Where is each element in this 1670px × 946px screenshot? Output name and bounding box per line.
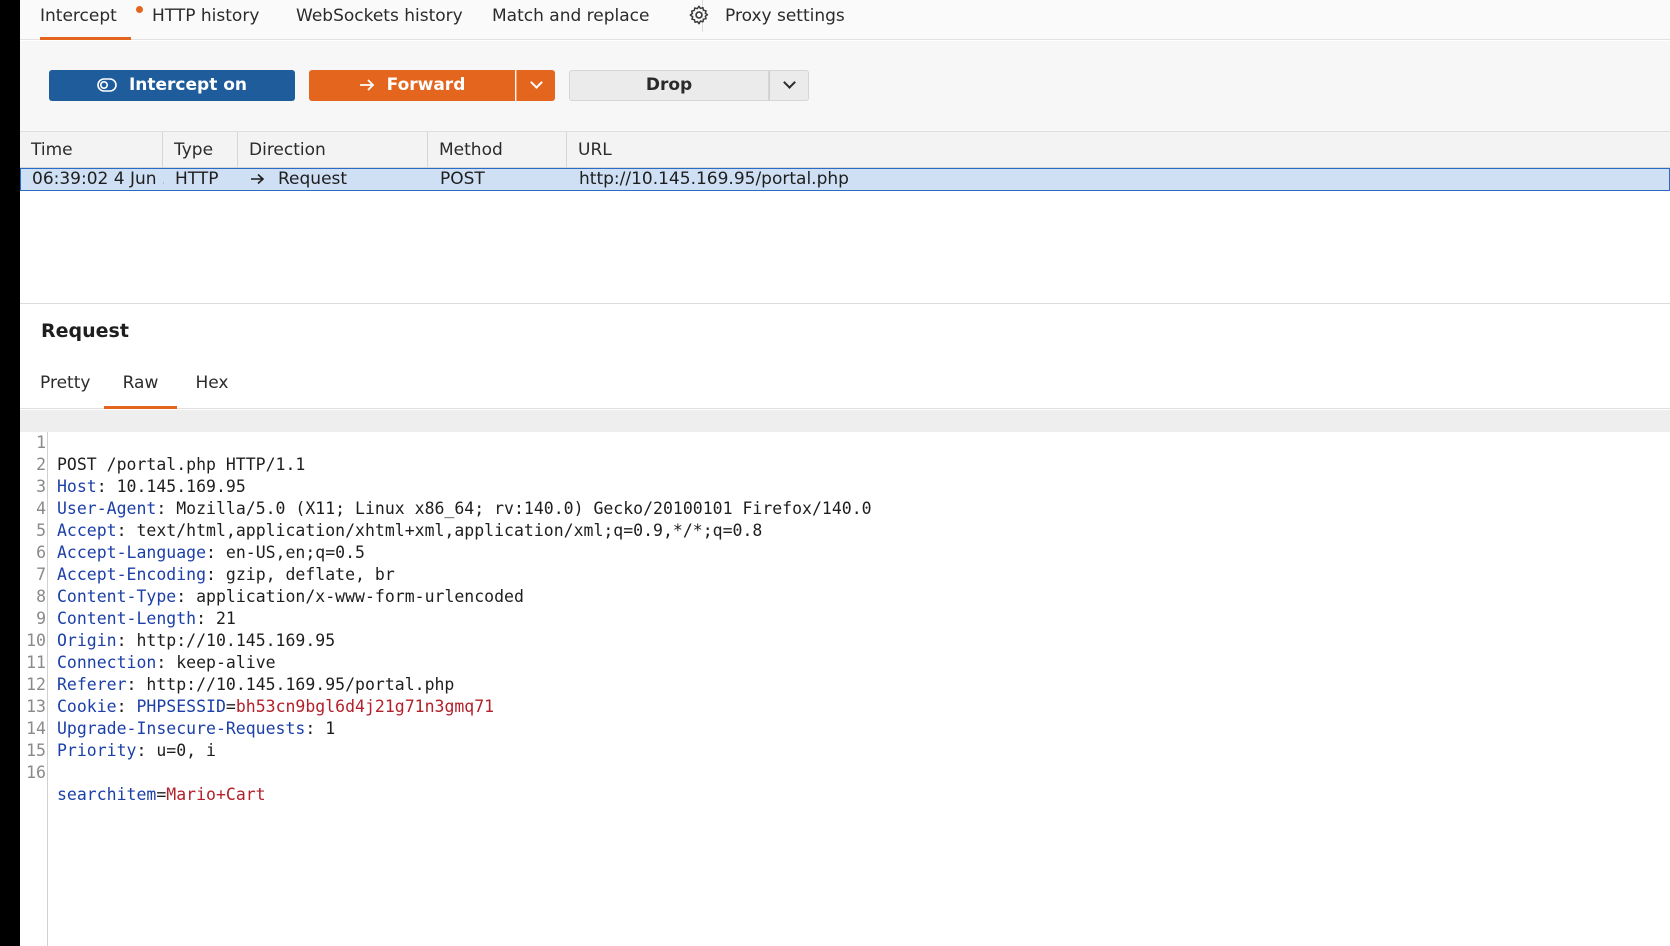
drop-button[interactable]: Drop <box>569 70 769 101</box>
arrow-right-icon <box>251 173 265 185</box>
code-line: 8 Content-Length: 21 <box>20 564 1670 628</box>
tab-raw[interactable]: Raw <box>104 373 177 409</box>
forward-button[interactable]: Forward <box>309 70 515 101</box>
tab-hex[interactable]: Hex <box>192 373 232 409</box>
column-header-type[interactable]: Type <box>163 132 238 168</box>
request-view-tabs: Pretty Raw Hex <box>20 365 1670 409</box>
code-line: 11 Referer: http://10.145.169.95/portal.… <box>20 630 1670 694</box>
cell-url: http://10.145.169.95/portal.php <box>579 169 849 189</box>
tab-label: WebSockets history <box>296 6 463 26</box>
chevron-down-icon <box>782 75 796 89</box>
intercept-queue-table: Time Type Direction Method URL 06:39:02 … <box>20 132 1670 304</box>
column-header-url[interactable]: URL <box>567 132 1670 168</box>
code-line: 16 searchitem=Mario+Cart <box>20 740 1670 804</box>
chevron-down-icon <box>529 75 543 89</box>
tab-label: HTTP history <box>152 6 260 26</box>
code-line: 7 Content-Type: application/x-www-form-u… <box>20 542 1670 606</box>
drop-options-dropdown[interactable] <box>769 70 809 101</box>
tab-label: Match and replace <box>492 6 650 26</box>
intercept-label: Intercept on <box>128 75 248 95</box>
code-line: 6 Accept-Encoding: gzip, deflate, br <box>20 520 1670 584</box>
direction-label: Request <box>278 169 348 189</box>
code-line: 12 Cookie: PHPSESSID=bh53cn9bgl6d4j21g71… <box>20 652 1670 716</box>
line-number: 16 <box>26 763 46 782</box>
request-panel-title: Request <box>41 320 129 342</box>
notification-dot-icon <box>136 6 143 13</box>
code-line: 1 POST /portal.php HTTP/1.1 <box>20 410 1670 474</box>
tab-http-history[interactable]: HTTP history <box>152 0 259 40</box>
tab-label: Proxy settings <box>725 6 845 26</box>
code-line: 2 Host: 10.145.169.95 <box>20 432 1670 496</box>
table-row[interactable]: 06:39:02 4 Jun ... HTTP Request POST htt… <box>20 168 1670 191</box>
drop-label: Drop <box>645 75 693 95</box>
code-line: 4 Accept: text/html,application/xhtml+xm… <box>20 476 1670 540</box>
code-line: 9 Origin: http://10.145.169.95 <box>20 586 1670 650</box>
proxy-tab-bar: Intercept HTTP history WebSockets histor… <box>20 0 1670 40</box>
left-edge-strip <box>0 0 20 946</box>
cell-direction: Request <box>239 169 429 190</box>
arrow-right-icon <box>359 79 374 91</box>
column-header-time[interactable]: Time <box>20 132 163 168</box>
forward-options-dropdown[interactable] <box>516 70 555 101</box>
cell-time: 06:39:02 4 Jun ... <box>32 169 164 189</box>
code-line: 3 User-Agent: Mozilla/5.0 (X11; Linux x8… <box>20 454 1670 518</box>
cell-method: POST <box>440 169 485 189</box>
column-header-method[interactable]: Method <box>428 132 567 168</box>
intercept-toggle-button[interactable]: Intercept on <box>49 70 295 101</box>
tab-proxy-settings[interactable]: Proxy settings <box>688 0 845 40</box>
gear-icon <box>689 5 709 25</box>
intercept-toolbar: Intercept on Forward Drop <box>20 41 1670 132</box>
column-header-direction[interactable]: Direction <box>238 132 428 168</box>
raw-request-editor[interactable]: 1 POST /portal.php HTTP/1.1 2 Host: 10.1… <box>20 410 1670 946</box>
toggle-icon <box>97 78 117 92</box>
cell-type: HTTP <box>175 169 219 189</box>
table-header: Time Type Direction Method URL <box>20 132 1670 168</box>
request-body-param: searchitem=Mario+Cart <box>57 785 266 804</box>
code-line: 5 Accept-Language: en-US,en;q=0.5 <box>20 498 1670 562</box>
forward-label: Forward <box>386 75 466 95</box>
proxy-panel: Intercept HTTP history WebSockets histor… <box>20 0 1670 946</box>
code-line: 13 Upgrade-Insecure-Requests: 1 <box>20 674 1670 738</box>
code-line: 14 Priority: u=0, i <box>20 696 1670 760</box>
tab-websockets-history[interactable]: WebSockets history <box>296 0 463 40</box>
tab-label: Intercept <box>40 6 117 26</box>
tab-pretty[interactable]: Pretty <box>40 373 90 409</box>
code-line: 10 Connection: keep-alive <box>20 608 1670 672</box>
tab-match-and-replace[interactable]: Match and replace <box>492 0 649 40</box>
code-line: 15 <box>20 718 1670 760</box>
tab-intercept[interactable]: Intercept <box>40 0 143 40</box>
